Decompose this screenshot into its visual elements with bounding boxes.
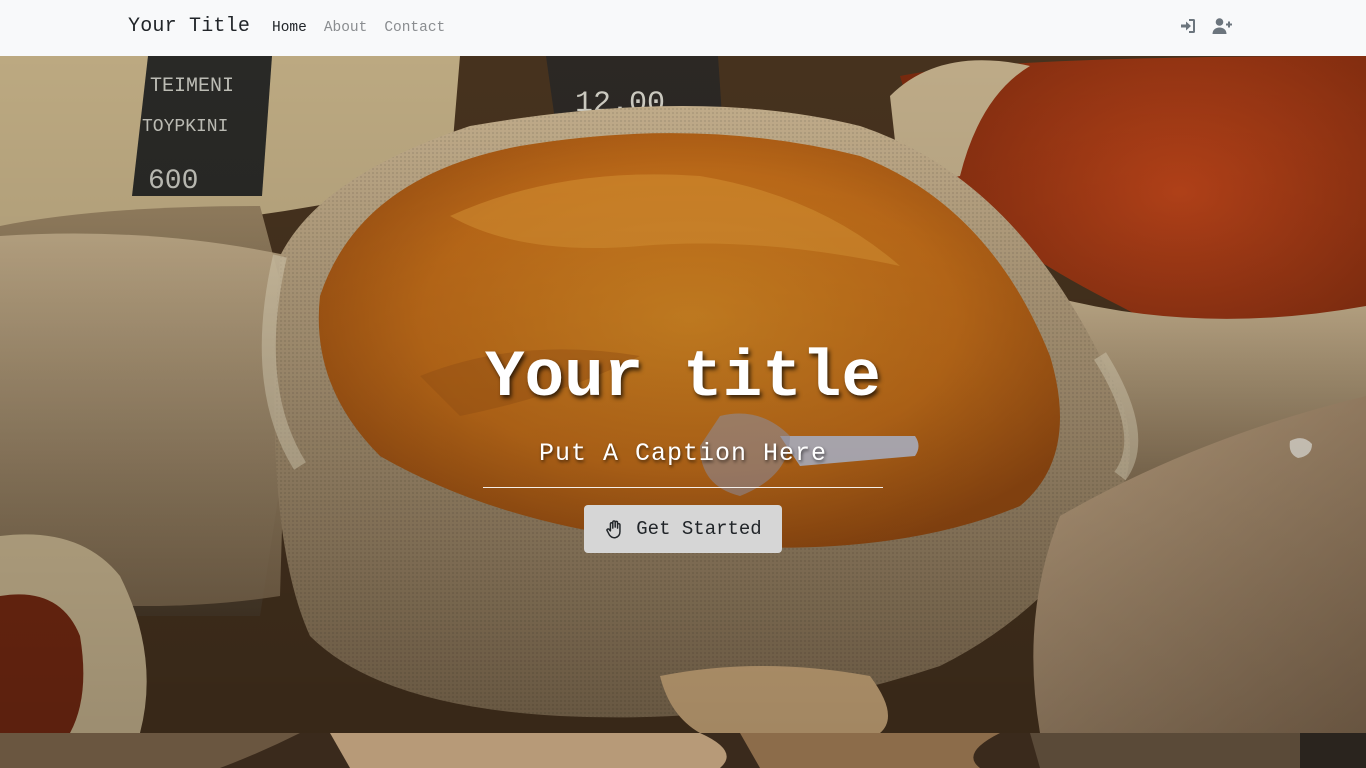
hero-section: TEIMENI TOYPKINI 600 12.00 Your t	[0, 56, 1366, 733]
nav-link-about[interactable]: About	[324, 18, 368, 38]
user-plus-icon[interactable]	[1212, 16, 1232, 36]
hero-title: Your title	[484, 340, 882, 415]
nav-links: Home About Contact	[272, 18, 445, 38]
hand-paper-icon	[604, 518, 626, 540]
next-section-image	[0, 733, 1366, 768]
get-started-button[interactable]: Get Started	[584, 505, 782, 553]
hero-caption: Put A Caption Here	[538, 439, 828, 468]
nav-link-home[interactable]: Home	[272, 18, 307, 38]
brand-title[interactable]: Your Title	[128, 14, 250, 40]
get-started-label: Get Started	[636, 518, 762, 540]
navbar: Your Title Home About Contact	[0, 0, 1366, 56]
nav-icons	[1178, 16, 1232, 36]
sign-in-icon[interactable]	[1178, 16, 1198, 36]
nav-link-contact[interactable]: Contact	[384, 18, 445, 38]
hero-divider	[483, 487, 883, 488]
